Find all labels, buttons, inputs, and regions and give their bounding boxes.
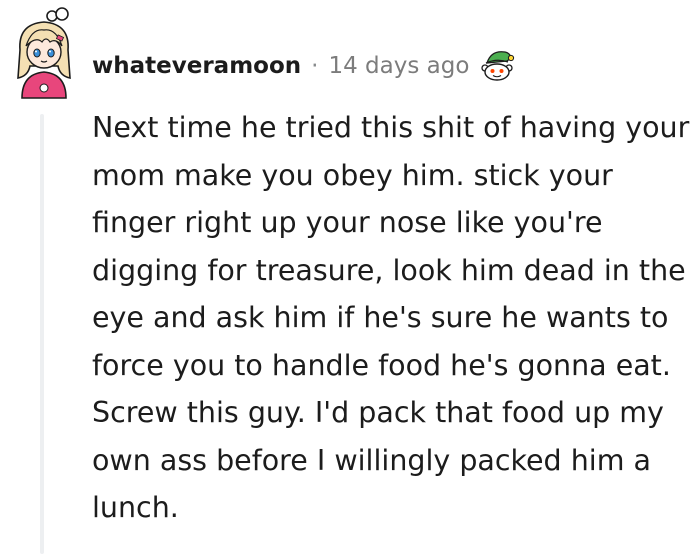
comment: whateveramoon · 14 days ago Next time he…: [0, 0, 700, 554]
user-avatar[interactable]: [12, 6, 76, 102]
comment-body: Next time he tried this shit of having y…: [92, 111, 690, 524]
meta-separator: ·: [311, 53, 319, 79]
comment-header: whateveramoon · 14 days ago: [92, 46, 517, 86]
username-link[interactable]: whateveramoon: [92, 53, 301, 79]
comment-timestamp[interactable]: 14 days ago: [328, 53, 469, 79]
anime-girl-avatar-icon: [17, 7, 71, 99]
snoo-elf-award-icon[interactable]: [477, 46, 517, 86]
thread-collapse-line[interactable]: [40, 114, 44, 554]
